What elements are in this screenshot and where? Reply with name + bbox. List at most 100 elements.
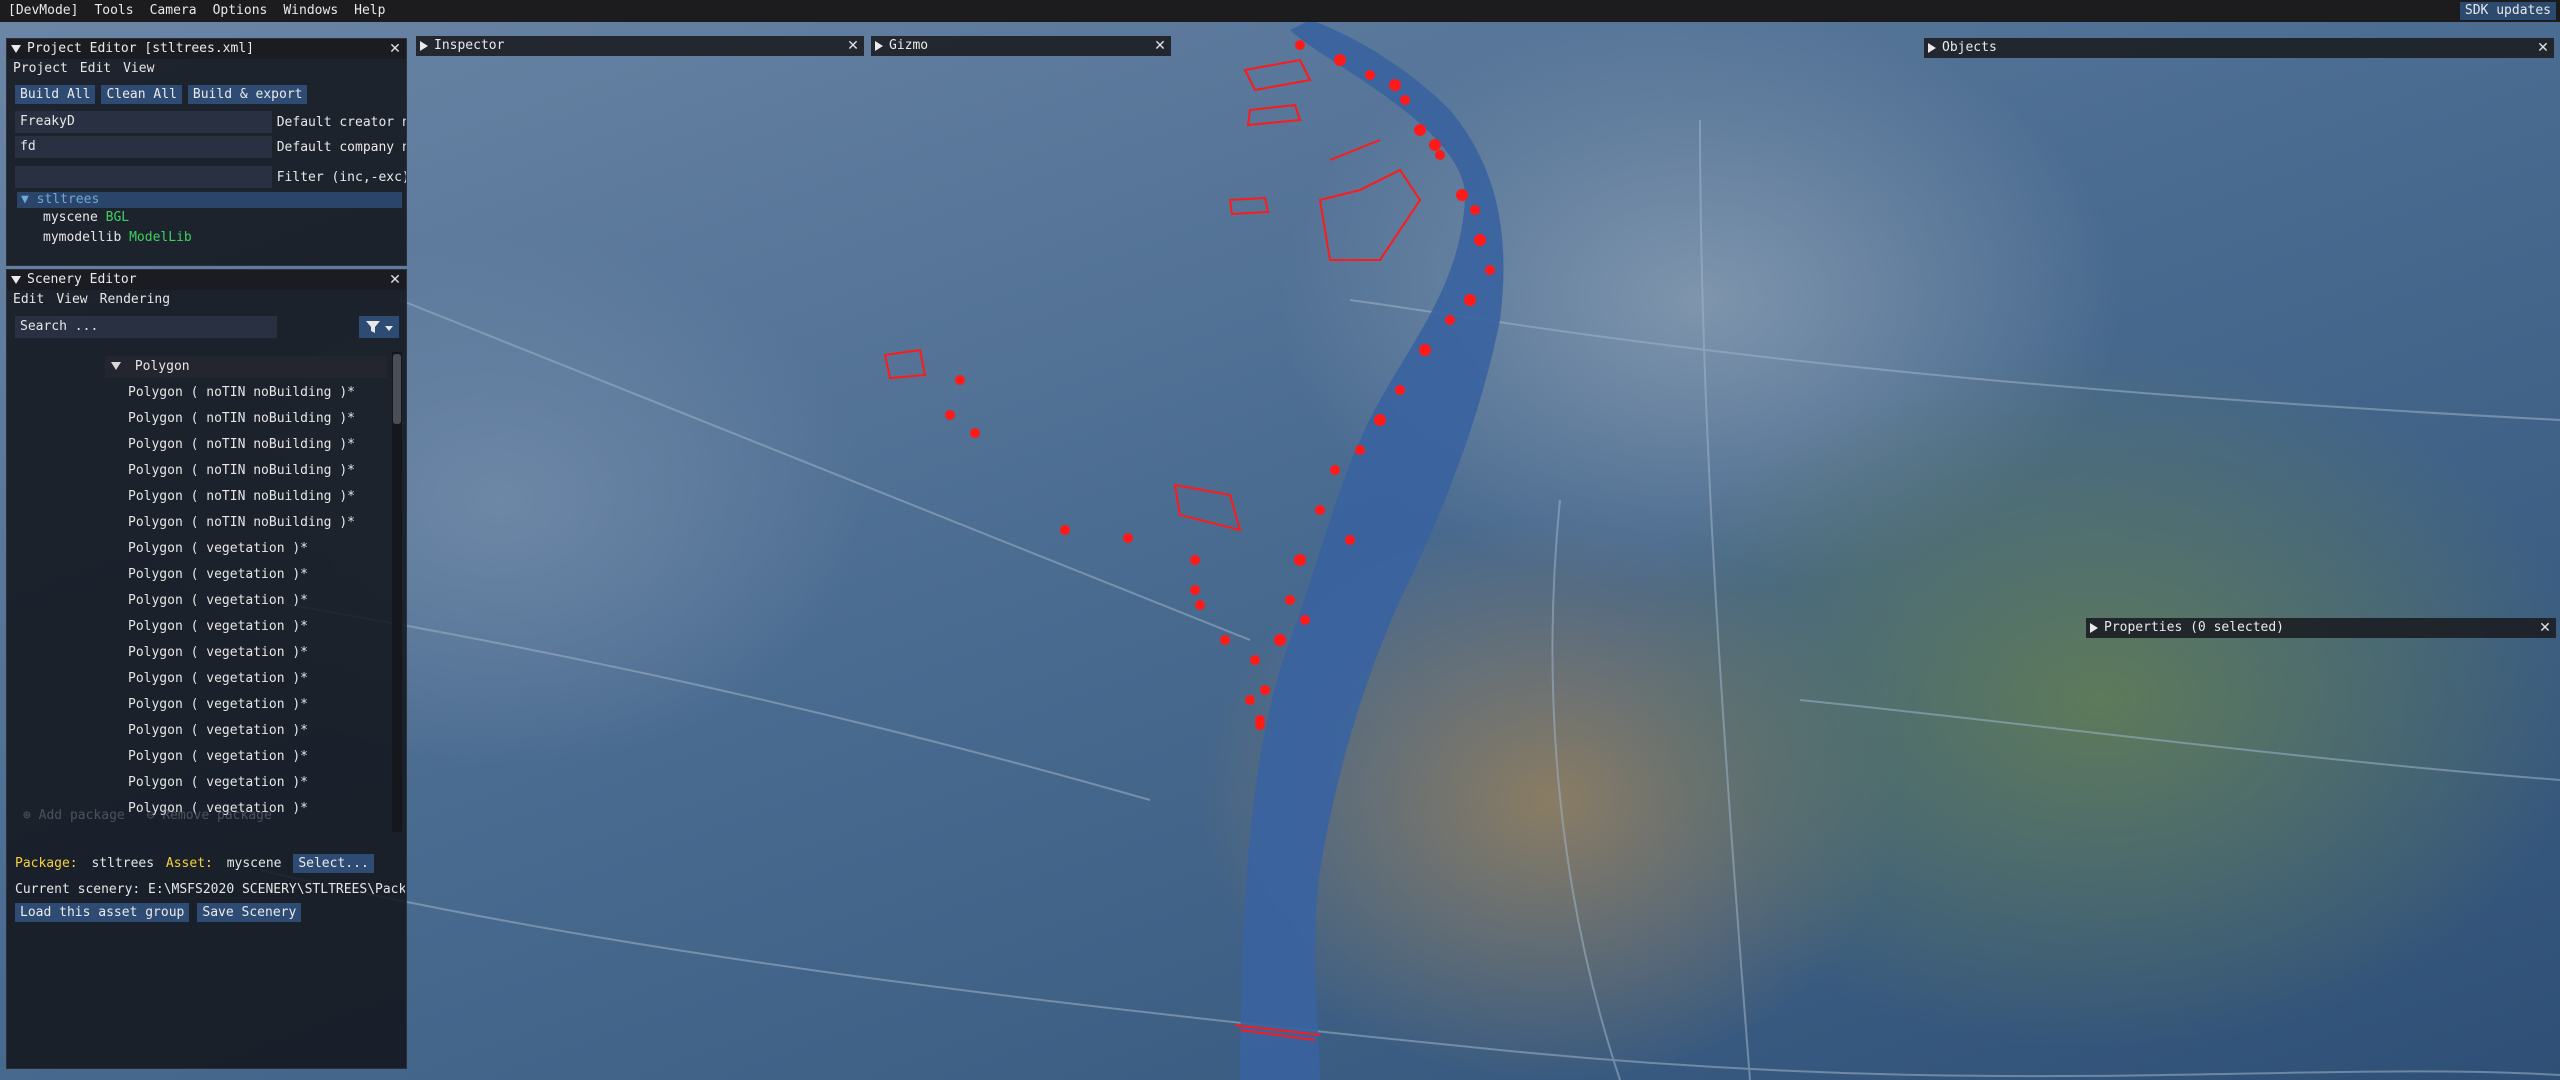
list-scrollbar[interactable] — [392, 352, 402, 832]
close-icon[interactable]: ✕ — [2538, 618, 2552, 638]
tree-item-name: mymodellib — [43, 230, 122, 245]
list-item[interactable]: Polygon ( vegetation )* — [15, 536, 395, 562]
list-item[interactable]: Polygon ( vegetation )* — [15, 666, 395, 692]
menu-help[interactable]: Help — [346, 0, 393, 22]
polygon-list: Polygon ( noTIN noBuilding )* Polygon ( … — [15, 380, 395, 822]
group-header-polygon[interactable]: Polygon — [105, 356, 387, 378]
menu-edit[interactable]: Edit — [74, 59, 117, 79]
gizmo-titlebar[interactable]: Gizmo ✕ — [871, 36, 1171, 56]
add-package-icon[interactable]: ⊕ — [23, 808, 31, 823]
scenery-editor-menu: Edit View Rendering — [7, 290, 406, 310]
menu-camera[interactable]: Camera — [142, 0, 205, 22]
tree-item-name: myscene — [43, 210, 98, 225]
list-item[interactable]: Polygon ( noTIN noBuilding )* — [15, 380, 395, 406]
filter-label: Filter (inc,-exc) — [276, 169, 406, 185]
scenery-editor-panel: Scenery Editor ✕ Edit View Rendering Sea… — [6, 269, 407, 1069]
sdk-updates-button[interactable]: SDK updates — [2459, 2, 2556, 20]
inspector-panel: Inspector ✕ — [416, 36, 864, 58]
list-item[interactable]: Polygon ( vegetation )* — [15, 640, 395, 666]
properties-title: Properties (0 selected) — [2104, 620, 2285, 635]
menu-edit[interactable]: Edit — [7, 290, 50, 310]
close-icon[interactable]: ✕ — [1153, 36, 1167, 56]
clean-all-button[interactable]: Clean All — [101, 85, 182, 104]
close-icon[interactable]: ✕ — [388, 39, 402, 59]
list-scrollbar-thumb[interactable] — [393, 354, 401, 424]
tree-root[interactable]: ▼ stltrees — [17, 192, 402, 208]
group-expand-icon[interactable] — [111, 362, 121, 370]
project-toolbar: Build All Clean All Build & export — [7, 79, 406, 104]
list-item[interactable]: Polygon ( vegetation )* — [15, 692, 395, 718]
menu-project[interactable]: Project — [7, 59, 74, 79]
project-tree: ▼ stltrees myscene BGL mymodellib ModelL… — [7, 188, 406, 248]
menu-view[interactable]: View — [117, 59, 160, 79]
creator-label: Default creator n — [276, 114, 406, 130]
current-scenery-path: Current scenery: E:\MSFS2020 SCENERY\STL… — [15, 882, 405, 897]
project-editor-title: Project Editor [stltrees.xml] — [27, 41, 254, 56]
company-row: fd Default company n — [15, 136, 406, 158]
gizmo-panel: Gizmo ✕ — [871, 36, 1171, 58]
objects-titlebar[interactable]: Objects ✕ — [1924, 38, 2554, 58]
filter-button[interactable] — [359, 316, 399, 338]
search-input[interactable]: Search ... — [15, 316, 277, 338]
creator-field[interactable]: FreakyD — [15, 111, 272, 133]
build-all-button[interactable]: Build All — [15, 85, 96, 104]
company-field[interactable]: fd — [15, 136, 272, 158]
object-list: Polygon Polygon ( noTIN noBuilding )* Po… — [15, 352, 404, 832]
expand-icon[interactable] — [875, 41, 883, 51]
close-icon[interactable]: ✕ — [388, 270, 402, 290]
list-item[interactable]: Polygon ( vegetation )* — [15, 588, 395, 614]
list-item[interactable]: Polygon ( noTIN noBuilding )* — [15, 458, 395, 484]
load-asset-group-button[interactable]: Load this asset group — [15, 903, 190, 922]
list-item[interactable]: Polygon ( vegetation )* — [15, 744, 395, 770]
collapse-icon[interactable] — [11, 45, 21, 53]
tree-expand-icon[interactable]: ▼ — [21, 192, 29, 207]
river — [1240, 20, 1504, 1080]
expand-icon[interactable] — [2090, 623, 2098, 633]
company-label: Default company n — [276, 139, 406, 155]
menu-windows[interactable]: Windows — [275, 0, 346, 22]
list-item[interactable]: Polygon ( vegetation )* — [15, 614, 395, 640]
inspector-title: Inspector — [434, 38, 505, 53]
list-item[interactable]: Polygon ( noTIN noBuilding )* — [15, 432, 395, 458]
search-row: Search ... — [7, 314, 406, 340]
tree-root-label: stltrees — [36, 192, 100, 207]
menu-devmode[interactable]: [DevMode] — [0, 0, 86, 22]
tree-item-myscene[interactable]: myscene BGL — [17, 208, 402, 228]
gizmo-title: Gizmo — [889, 38, 929, 53]
project-editor-menu: Project Edit View — [7, 59, 406, 79]
project-editor-panel: Project Editor [stltrees.xml] ✕ Project … — [6, 38, 407, 266]
expand-icon[interactable] — [420, 41, 428, 51]
build-export-button[interactable]: Build & export — [187, 85, 308, 104]
package-value: stltrees — [91, 856, 155, 871]
menu-view[interactable]: View — [50, 290, 93, 310]
list-item[interactable]: Polygon ( vegetation )* — [15, 770, 395, 796]
save-scenery-button[interactable]: Save Scenery — [197, 903, 302, 922]
scenery-editor-titlebar[interactable]: Scenery Editor ✕ — [7, 270, 406, 290]
menu-rendering[interactable]: Rendering — [94, 290, 176, 310]
tree-item-mymodellib[interactable]: mymodellib ModelLib — [17, 228, 402, 248]
add-package-button[interactable]: Add package — [39, 808, 125, 823]
select-asset-button[interactable]: Select... — [293, 854, 374, 873]
scenery-actions: Load this asset group Save Scenery — [15, 903, 302, 922]
objects-title: Objects — [1942, 40, 1997, 55]
properties-titlebar[interactable]: Properties (0 selected) ✕ — [2086, 618, 2556, 638]
scenery-editor-title: Scenery Editor — [27, 272, 137, 287]
filter-field[interactable] — [15, 166, 272, 188]
collapse-icon[interactable] — [11, 276, 21, 284]
remove-package-button[interactable]: Remove package — [162, 808, 272, 823]
menu-tools[interactable]: Tools — [86, 0, 141, 22]
list-item[interactable]: Polygon ( noTIN noBuilding )* — [15, 406, 395, 432]
close-icon[interactable]: ✕ — [846, 36, 860, 56]
inspector-titlebar[interactable]: Inspector ✕ — [416, 36, 864, 56]
main-menubar: [DevMode] Tools Camera Options Windows H… — [0, 0, 2560, 22]
list-item[interactable]: Polygon ( noTIN noBuilding )* — [15, 484, 395, 510]
remove-package-icon[interactable]: ⊖ — [147, 808, 155, 823]
list-item[interactable]: Polygon ( vegetation )* — [15, 562, 395, 588]
close-icon[interactable]: ✕ — [2536, 38, 2550, 58]
menu-options[interactable]: Options — [205, 0, 276, 22]
package-asset-row: Package: stltrees Asset: myscene Select.… — [15, 854, 405, 873]
project-editor-titlebar[interactable]: Project Editor [stltrees.xml] ✕ — [7, 39, 406, 59]
list-item[interactable]: Polygon ( vegetation )* — [15, 718, 395, 744]
list-item[interactable]: Polygon ( noTIN noBuilding )* — [15, 510, 395, 536]
expand-icon[interactable] — [1928, 43, 1936, 53]
